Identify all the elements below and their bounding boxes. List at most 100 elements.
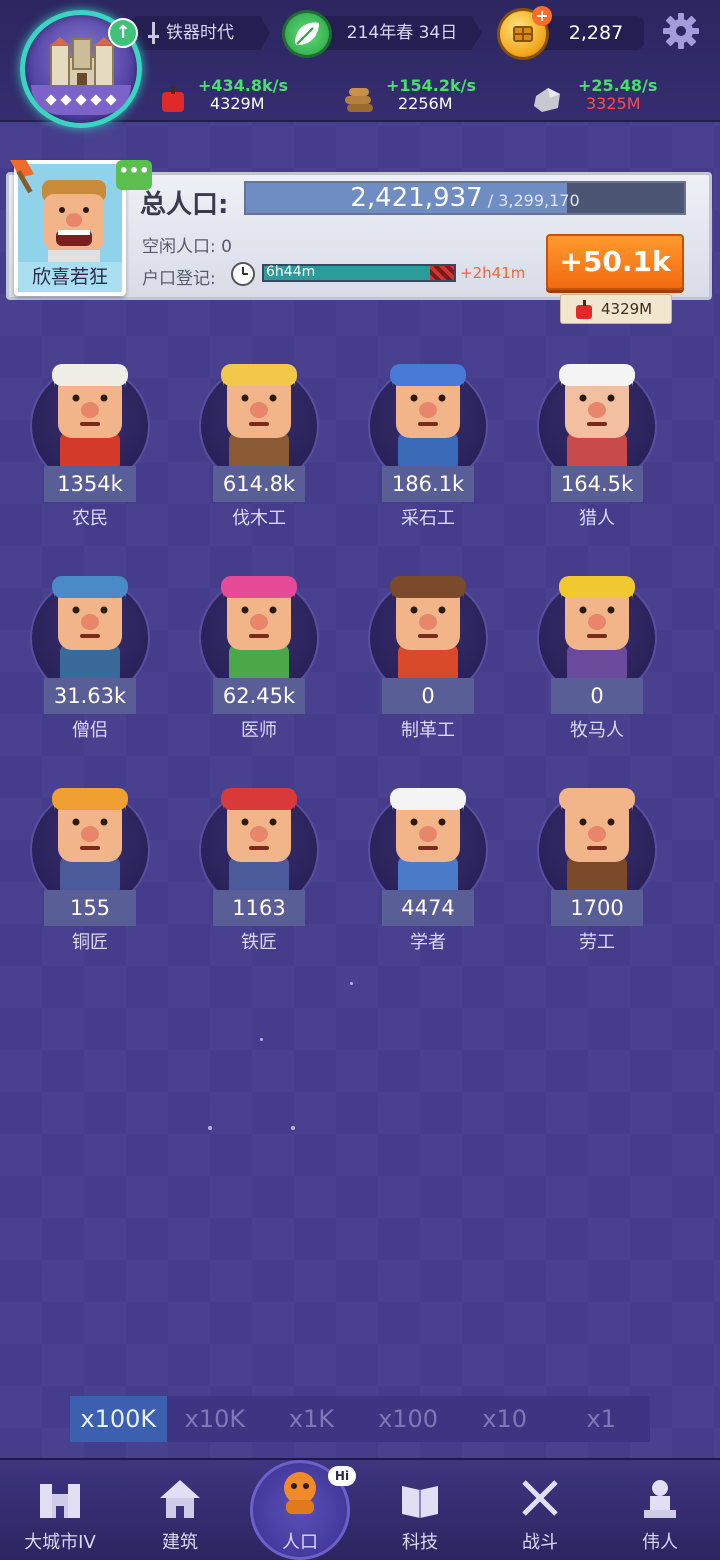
statue-icon bbox=[644, 1480, 676, 1518]
worker-count: 1354k bbox=[44, 466, 136, 502]
add-population-button[interactable]: +50.1k bbox=[546, 234, 684, 290]
worker-card[interactable]: 1163 铁匠 bbox=[189, 760, 329, 953]
registration-bar-hatch bbox=[430, 266, 454, 280]
nav-item[interactable]: 战斗 bbox=[480, 1476, 600, 1556]
axe-icon bbox=[10, 160, 34, 194]
boost-cost-tag: 4329M bbox=[560, 294, 672, 324]
worker-count: 155 bbox=[44, 890, 136, 926]
book-icon bbox=[402, 1486, 438, 1518]
nav-label: 伟人 bbox=[642, 1532, 678, 1553]
wood-icon bbox=[345, 88, 373, 112]
multiplier-button[interactable]: x1K bbox=[263, 1396, 360, 1442]
laborer-icon bbox=[559, 788, 635, 896]
worker-card[interactable]: 164.5k 猎人 bbox=[527, 336, 667, 529]
worker-count: 31.63k bbox=[44, 678, 136, 714]
boost-cost: 4329M bbox=[601, 300, 653, 318]
food-amount: 4329M bbox=[210, 94, 265, 113]
population-current: 2,421,937 bbox=[350, 183, 483, 213]
farmer-icon bbox=[52, 364, 128, 472]
swords-icon bbox=[522, 1480, 558, 1516]
registration-time: 6h44m bbox=[266, 264, 316, 280]
coppersmith-icon bbox=[52, 788, 128, 896]
multiplier-button[interactable]: x1 bbox=[553, 1396, 650, 1442]
worker-card[interactable]: 0 制革工 bbox=[358, 548, 498, 741]
nav-label: 建筑 bbox=[162, 1532, 198, 1553]
worker-count: 164.5k bbox=[551, 466, 643, 502]
tanner-icon bbox=[390, 576, 466, 684]
worker-name: 采石工 bbox=[401, 508, 455, 529]
nav-item[interactable]: 建筑 bbox=[120, 1476, 240, 1556]
blacksmith-icon bbox=[221, 788, 297, 896]
house-icon bbox=[160, 1480, 200, 1518]
horse-herder-icon bbox=[559, 576, 635, 684]
worker-card[interactable]: 62.45k 医师 bbox=[189, 548, 329, 741]
monk-icon bbox=[52, 576, 128, 684]
food-rate: +434.8k/s bbox=[198, 76, 289, 95]
worker-name: 猎人 bbox=[579, 508, 615, 529]
era-label: 铁器时代 bbox=[130, 16, 270, 50]
worker-count: 0 bbox=[382, 678, 474, 714]
add-coins-icon[interactable]: + bbox=[532, 6, 552, 26]
gear-icon[interactable] bbox=[662, 12, 700, 50]
leaf-icon bbox=[282, 10, 332, 58]
city-level-ribbon bbox=[31, 85, 131, 115]
multiplier-button[interactable]: x100 bbox=[360, 1396, 457, 1442]
worker-name: 铜匠 bbox=[72, 932, 108, 953]
stone-amount: 3325M bbox=[586, 94, 641, 113]
worker-card[interactable]: 4474 学者 bbox=[358, 760, 498, 953]
scholar-icon bbox=[390, 788, 466, 896]
worker-name: 学者 bbox=[410, 932, 446, 953]
worker-card[interactable]: 31.63k 僧侣 bbox=[20, 548, 160, 741]
sword-icon bbox=[148, 22, 159, 44]
worker-name: 劳工 bbox=[579, 932, 615, 953]
worker-card[interactable]: 155 铜匠 bbox=[20, 760, 160, 953]
nav-label: 人口 bbox=[282, 1532, 318, 1553]
nav-item[interactable]: 人口 bbox=[240, 1472, 360, 1556]
multiplier-selector: x100K x10K x1K x100 x10 x1 bbox=[70, 1396, 650, 1442]
nav-label: 战斗 bbox=[522, 1532, 558, 1553]
mood-label: 欣喜若狂 bbox=[18, 262, 122, 292]
nav-item[interactable]: 伟人 bbox=[600, 1476, 720, 1556]
multiplier-button[interactable]: x10 bbox=[456, 1396, 553, 1442]
worker-name: 铁匠 bbox=[241, 932, 277, 953]
worker-card[interactable]: 1354k 农民 bbox=[20, 336, 160, 529]
wood-amount: 2256M bbox=[398, 94, 453, 113]
worker-card[interactable]: 0 牧马人 bbox=[527, 548, 667, 741]
registration-label: 户口登记: bbox=[142, 269, 216, 289]
worker-card[interactable]: 1700 劳工 bbox=[527, 760, 667, 953]
lumberjack-icon bbox=[221, 364, 297, 472]
chat-bubble-icon[interactable]: ••• bbox=[116, 160, 152, 190]
idle-population: 空闲人口: 0 bbox=[142, 237, 232, 257]
worker-name: 制革工 bbox=[401, 720, 455, 741]
stone-icon bbox=[534, 88, 560, 112]
worker-card[interactable]: 614.8k 伐木工 bbox=[189, 336, 329, 529]
worker-count: 1163 bbox=[213, 890, 305, 926]
multiplier-button[interactable]: x10K bbox=[167, 1396, 264, 1442]
doctor-icon bbox=[221, 576, 297, 684]
worker-count: 1700 bbox=[551, 890, 643, 926]
worker-name: 医师 bbox=[241, 720, 277, 741]
population-bar: 2,421,937 / 3,299,170 bbox=[244, 181, 686, 215]
citizen-icon bbox=[284, 1472, 316, 1514]
happy-citizen-icon bbox=[42, 180, 106, 264]
food-icon bbox=[162, 86, 184, 112]
population-max: / 3,299,170 bbox=[487, 191, 580, 210]
worker-count: 62.45k bbox=[213, 678, 305, 714]
worker-name: 僧侣 bbox=[72, 720, 108, 741]
nav-label: 大城市IV bbox=[24, 1532, 96, 1553]
hi-badge: Hi bbox=[328, 1466, 356, 1486]
nav-item[interactable]: 大城市IV bbox=[0, 1476, 120, 1556]
worker-count: 4474 bbox=[382, 890, 474, 926]
worker-count: 186.1k bbox=[382, 466, 474, 502]
worker-card[interactable]: 186.1k 采石工 bbox=[358, 336, 498, 529]
upgrade-arrow-icon[interactable]: ↑ bbox=[108, 18, 138, 48]
worker-name: 伐木工 bbox=[232, 508, 286, 529]
worker-count: 614.8k bbox=[213, 466, 305, 502]
nav-item[interactable]: 科技 bbox=[360, 1476, 480, 1556]
multiplier-button[interactable]: x100K bbox=[70, 1396, 167, 1442]
registration-bonus: +2h41m bbox=[460, 264, 526, 282]
stone-rate: +25.48/s bbox=[578, 76, 658, 95]
total-population-label: 总人口: bbox=[140, 190, 229, 220]
resource-stone: +25.48/s 3325M bbox=[532, 76, 682, 118]
food-icon bbox=[576, 300, 592, 319]
